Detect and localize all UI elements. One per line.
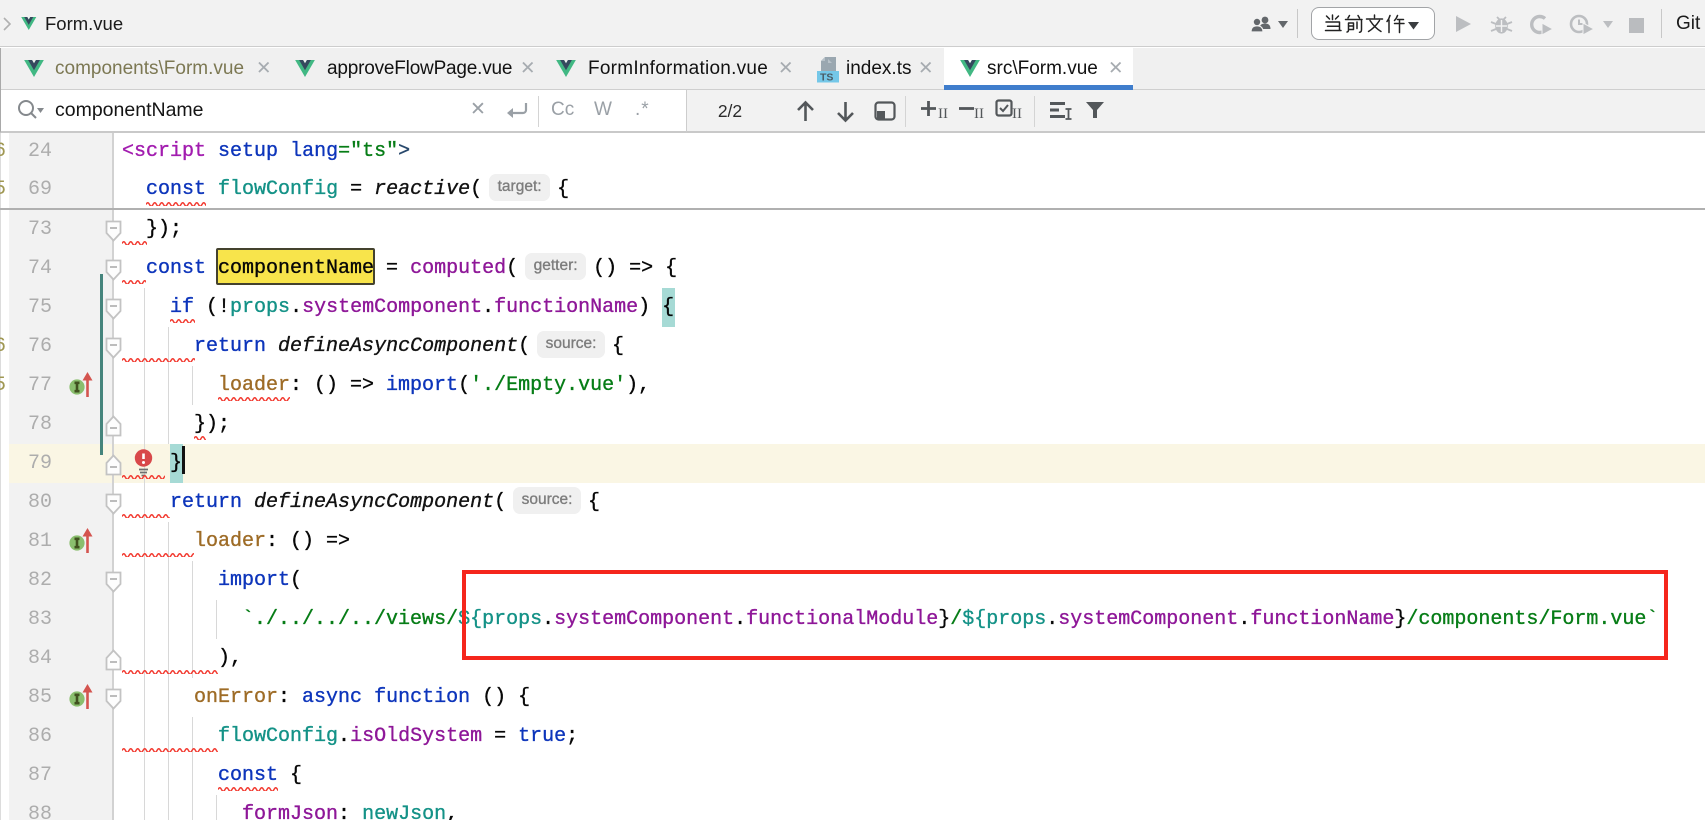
svg-text:TS: TS xyxy=(820,72,833,84)
